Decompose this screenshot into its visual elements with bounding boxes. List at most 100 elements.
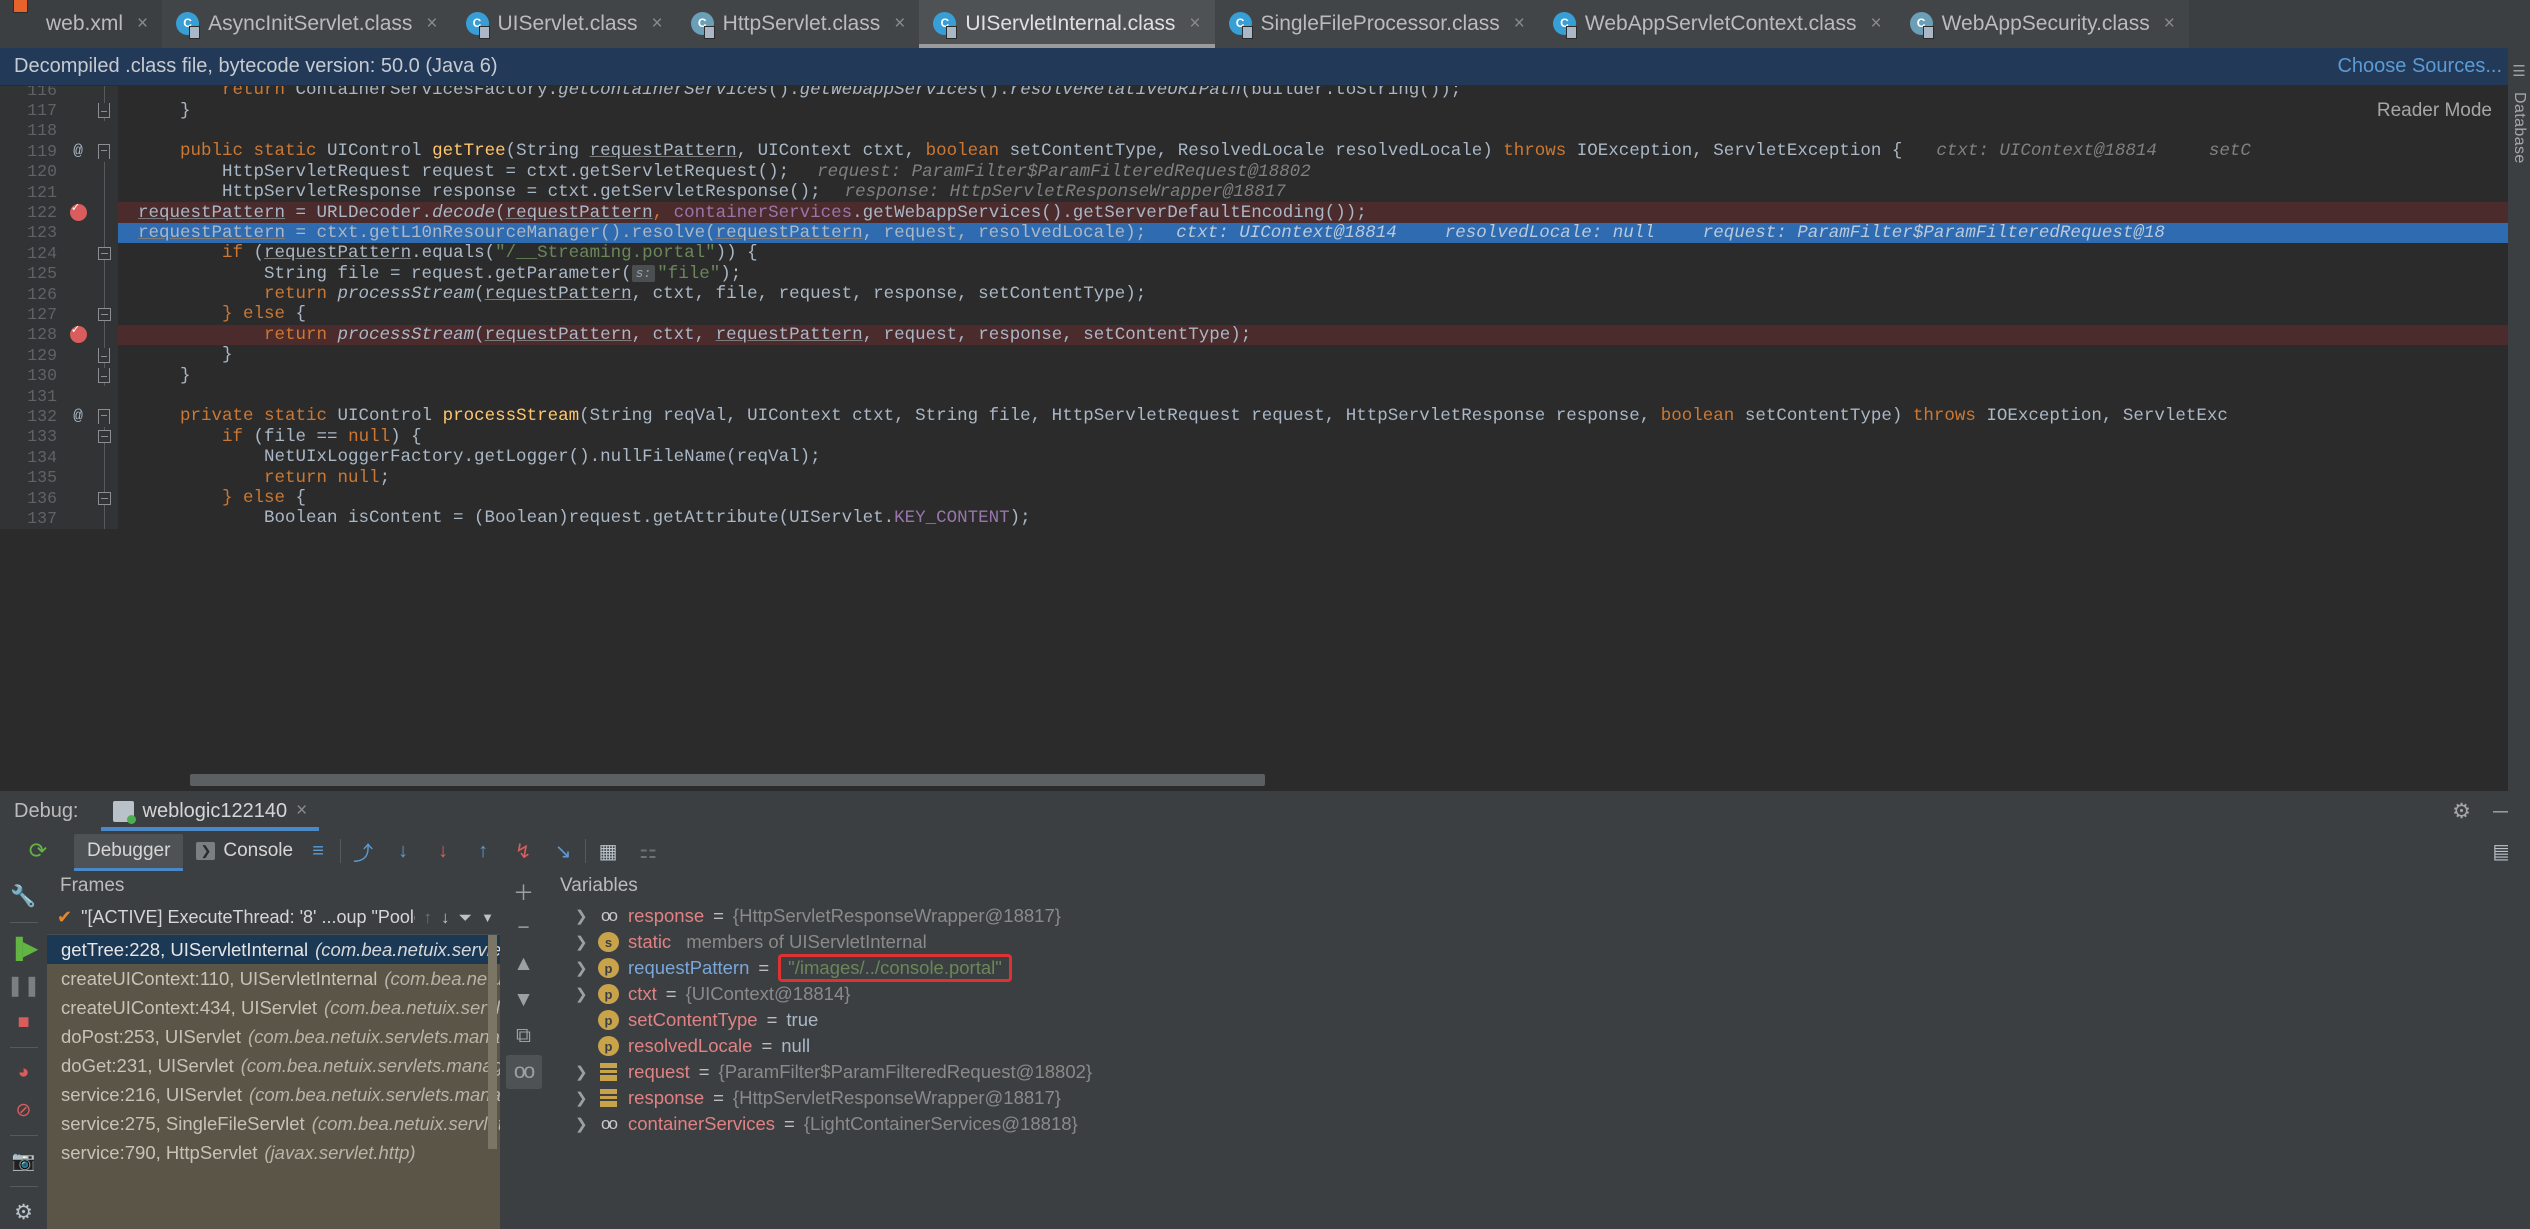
variable-row[interactable]: ❯ s static members of UIServletInternal (547, 929, 2530, 955)
variable-row-highlighted[interactable]: ❯ p requestPattern = "/images/../console… (547, 954, 2530, 982)
step-over-icon[interactable]: ⤴ (351, 839, 375, 865)
code-line[interactable]: 129 } (0, 345, 2508, 366)
reader-mode-label[interactable]: Reader Mode (2377, 100, 2492, 122)
editor-horizontal-scrollbar-track[interactable] (0, 768, 2508, 790)
fold-region[interactable] (90, 222, 118, 244)
code-line[interactable]: 121 HttpServletResponse response = ctxt.… (0, 181, 2508, 203)
variable-row[interactable]: ❯ request = {ParamFilter$ParamFilteredRe… (547, 1059, 2530, 1085)
evaluate-expression-icon[interactable]: ▦ (596, 839, 620, 863)
editor-tab-uiservletinternal[interactable]: C UIServletInternal.class × (919, 0, 1215, 48)
frame-item[interactable]: doGet:231, UIServlet (com.bea.netuix.serv… (47, 1051, 500, 1080)
code-line[interactable]: 134 NetUIxLoggerFactory.getLogger().null… (0, 447, 2508, 468)
breakpoint-icon[interactable] (66, 200, 90, 223)
frame-item[interactable]: createUIContext:434, UIServlet (com.bea.n… (47, 993, 500, 1022)
tab-close-icon[interactable]: × (1514, 13, 1525, 35)
code-line[interactable]: 137 Boolean isContent = (Boolean)request… (0, 508, 2508, 529)
variable-row[interactable]: ❯ p ctxt = {UIContext@18814} (547, 981, 2530, 1007)
fold-region[interactable] (90, 385, 118, 407)
rerun-icon[interactable]: ⟳ (26, 838, 50, 863)
code-line[interactable]: 124 if (requestPattern .equals("/__Stream… (0, 243, 2508, 264)
fold-region[interactable] (90, 141, 118, 162)
fold-region[interactable] (90, 508, 118, 529)
code-line[interactable]: 136 } else { (0, 487, 2508, 509)
tab-console[interactable]: ❯ Console (183, 834, 306, 868)
fold-region[interactable] (90, 161, 118, 182)
chevron-down-icon[interactable]: ▼ (481, 910, 494, 925)
copy-icon[interactable]: ⧉ (506, 1019, 542, 1053)
code-editor[interactable]: Reader Mode 116 return ContainerServices… (0, 86, 2530, 790)
code-line[interactable]: 133 if (file == null) { (0, 426, 2508, 448)
fold-region[interactable] (90, 243, 118, 264)
layout-settings-icon[interactable]: ≡ (306, 839, 330, 863)
tab-close-icon[interactable]: × (652, 13, 663, 35)
current-execution-line[interactable]: 123 requestPattern = ctxt.getL10nResourc… (0, 222, 2508, 244)
code-lines-container[interactable]: 116 return ContainerServicesFactory. getC… (0, 86, 2508, 768)
move-up-icon[interactable]: ▲ (506, 947, 542, 981)
fold-region[interactable] (90, 100, 118, 121)
pause-program-icon[interactable]: ❚❚ (7, 968, 41, 1002)
tab-close-icon[interactable]: × (1870, 13, 1881, 35)
code-line[interactable]: 119 @ public static UIControl getTree (St… (0, 141, 2508, 162)
move-down-icon[interactable]: ↓ (441, 908, 450, 928)
remove-watch-icon[interactable]: − (506, 911, 542, 945)
frames-list[interactable]: getTree:228, UIServletInternal (com.bea.n… (47, 935, 500, 1229)
step-into-icon[interactable]: ↓ (391, 839, 415, 863)
chevron-right-icon[interactable]: ❯ (575, 933, 589, 951)
move-up-icon[interactable]: ↑ (424, 908, 433, 928)
frame-item[interactable]: doPost:253, UIServlet (com.bea.netuix.ser… (47, 1022, 500, 1051)
tab-close-icon[interactable]: × (2164, 13, 2175, 35)
editor-tab-uiservlet[interactable]: C UIServlet.class × (451, 0, 677, 48)
frame-item[interactable]: service:790, HttpServlet (javax.servlet.h… (47, 1138, 500, 1167)
fold-region[interactable] (90, 487, 118, 509)
wrench-icon[interactable]: 🔧 (7, 880, 41, 914)
editor-tab-asyncinitservlet[interactable]: C AsyncInitServlet.class × (162, 0, 452, 48)
editor-tab-httpservlet[interactable]: C HttpServlet.class × (676, 0, 920, 48)
fold-region[interactable] (90, 283, 118, 305)
fold-region[interactable] (90, 202, 118, 223)
frame-item[interactable]: createUIContext:110, UIServletInternal (c… (47, 964, 500, 993)
chevron-right-icon[interactable]: ❯ (575, 985, 589, 1003)
chevron-right-icon[interactable]: ❯ (575, 907, 589, 925)
run-to-cursor-icon[interactable]: ↘ (551, 839, 575, 863)
editor-tab-webappservletcontext[interactable]: C WebAppServletContext.class × (1538, 0, 1896, 48)
code-line[interactable]: 131 (0, 385, 2508, 407)
database-tool-button[interactable]: Database (2510, 92, 2528, 164)
close-session-icon[interactable]: × (296, 800, 307, 822)
drop-frame-icon[interactable]: ↯ (511, 839, 535, 863)
stop-program-icon[interactable]: ■ (7, 1005, 41, 1039)
tab-close-icon[interactable]: × (1189, 13, 1200, 35)
chevron-right-icon[interactable]: ❯ (575, 1063, 589, 1081)
choose-sources-link[interactable]: Choose Sources... (2337, 55, 2502, 78)
editor-tab-singlefileprocessor[interactable]: C SingleFileProcessor.class × (1214, 0, 1539, 48)
fold-region[interactable] (90, 345, 118, 366)
override-marker-icon[interactable]: @ (66, 406, 90, 427)
code-line[interactable]: 127 } else { (0, 304, 2508, 325)
fold-region[interactable] (90, 324, 118, 346)
watches-icon[interactable]: oo (505, 1055, 542, 1089)
code-line[interactable]: 135 return null; (0, 467, 2508, 488)
variables-list[interactable]: ❯ oo response = {HttpServletResponseWrap… (547, 901, 2530, 1229)
variable-row[interactable]: ❯ p resolvedLocale = null (547, 1033, 2530, 1059)
code-line[interactable]: 117 } (0, 100, 2508, 121)
variable-row[interactable]: ❯ oo response = {HttpServletResponseWrap… (547, 903, 2530, 929)
fold-region[interactable] (90, 365, 118, 386)
fold-region[interactable] (90, 181, 118, 203)
code-line-breakpoint[interactable]: 122 requestPattern = URLDecoder.decode(r… (0, 200, 2508, 223)
step-out-icon[interactable]: ↑ (471, 839, 495, 863)
editor-tab-web-xml[interactable]: web.xml × (0, 0, 163, 48)
code-line[interactable]: 120 HttpServletRequest request = ctxt.ge… (0, 161, 2508, 182)
code-line[interactable]: 126 return processStream(requestPattern,… (0, 283, 2508, 305)
fold-region[interactable] (90, 447, 118, 468)
fold-region[interactable] (90, 120, 118, 142)
gear-icon[interactable]: ⚙ (7, 1195, 41, 1229)
add-watch-icon[interactable]: ＋ (506, 875, 542, 909)
editor-horizontal-scrollbar-thumb[interactable] (190, 774, 1265, 786)
frames-scrollbar-thumb[interactable] (488, 935, 497, 1149)
fold-region[interactable] (90, 263, 118, 284)
code-line-breakpoint[interactable]: 128 return processStream(requestPattern,… (0, 322, 2508, 346)
frame-item[interactable]: service:275, SingleFileServlet (com.bea.n… (47, 1109, 500, 1138)
camera-icon[interactable]: 📷 (7, 1144, 41, 1178)
variable-row[interactable]: ❯ response = {HttpServletResponseWrapper… (547, 1085, 2530, 1111)
settings-icon[interactable]: ⚏ (636, 839, 660, 863)
tab-debugger[interactable]: Debugger (74, 834, 184, 871)
